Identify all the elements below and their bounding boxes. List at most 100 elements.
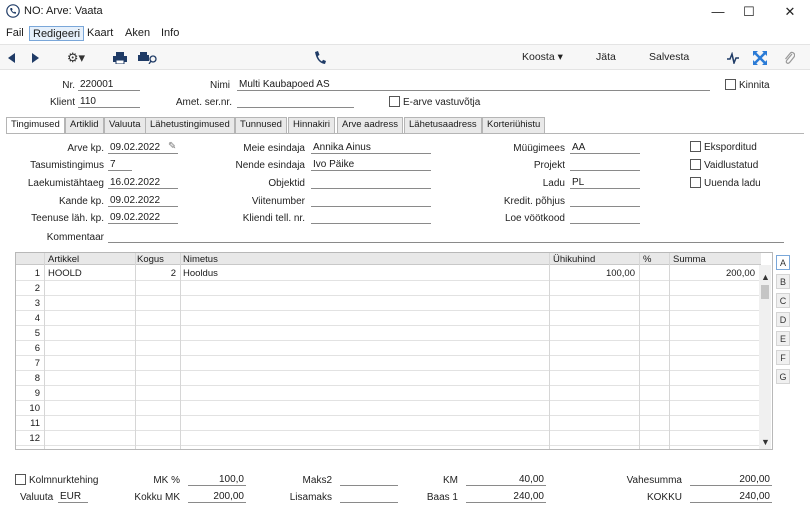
gear-icon[interactable]: ⚙▾ <box>63 50 89 66</box>
maks2-field[interactable] <box>340 474 398 486</box>
maximize-button[interactable]: ☐ <box>731 2 767 22</box>
table-row[interactable]: 4 <box>16 311 761 326</box>
table-row[interactable]: 6 <box>16 341 761 356</box>
previous-record-icon[interactable] <box>8 53 16 63</box>
teenuse-lah-kp-field[interactable]: 09.02.2022 <box>108 212 178 224</box>
vahesumma-field[interactable]: 200,00 <box>690 474 772 486</box>
kolmnurktehing-checkbox[interactable] <box>15 474 26 485</box>
window-title: NO: Arve: Vaata <box>24 5 103 17</box>
viitenumber-field[interactable] <box>311 195 431 207</box>
scroll-thumb[interactable] <box>761 285 769 299</box>
valuuta-field[interactable]: EUR <box>58 491 88 503</box>
tab-arve-aadress[interactable]: Arve aadress <box>337 117 403 133</box>
laekumistahtaeg-label: Laekumistähtaeg <box>27 178 104 189</box>
side-tab-c[interactable]: C <box>776 293 790 308</box>
ladu-label: Ladu <box>542 178 565 189</box>
menu-info[interactable]: Info <box>158 26 182 41</box>
kande-kp-label: Kande kp. <box>58 196 104 207</box>
cell-kogus[interactable]: 2 <box>137 268 176 279</box>
tasumistingimus-field[interactable]: 7 <box>108 159 132 171</box>
table-row[interactable]: 1 HOOLD 2 Hooldus 100,00 200,00 <box>16 266 761 281</box>
side-tab-g[interactable]: G <box>776 369 790 384</box>
meie-esindaja-field[interactable]: Annika Ainus <box>311 142 431 154</box>
cell-artikkel[interactable]: HOOLD <box>48 268 133 279</box>
pencil-icon[interactable]: ✎ <box>168 141 176 152</box>
kokku-field[interactable]: 240,00 <box>690 491 772 503</box>
table-row[interactable]: 10 <box>16 401 761 416</box>
mk-field[interactable]: 100,0 <box>188 474 246 486</box>
klient-field[interactable]: 110 <box>78 96 140 108</box>
side-tab-a[interactable]: A <box>776 255 790 270</box>
menu-aken[interactable]: Aken <box>122 26 153 41</box>
expand-icon[interactable] <box>753 51 767 65</box>
activity-icon[interactable] <box>727 52 739 64</box>
laekumistahtaeg-field[interactable]: 16.02.2022 <box>108 177 178 189</box>
kande-kp-field[interactable]: 09.02.2022 <box>108 195 178 207</box>
km-field[interactable]: 40,00 <box>466 474 546 486</box>
eksporditud-checkbox[interactable] <box>690 141 701 152</box>
side-tab-d[interactable]: D <box>776 312 790 327</box>
table-row[interactable]: 3 <box>16 296 761 311</box>
tab-korteriuhistu[interactable]: Korteriühistu <box>482 117 546 133</box>
projekt-field[interactable] <box>570 159 640 171</box>
phone-icon[interactable] <box>314 51 326 65</box>
scroll-up-icon[interactable]: ▲ <box>761 272 770 282</box>
table-row[interactable]: 11 <box>16 416 761 431</box>
app-phone-icon <box>6 4 20 18</box>
nende-esindaja-field[interactable]: Ivo Päike <box>311 159 431 171</box>
objektid-field[interactable] <box>311 177 431 189</box>
loe-vootkood-label: Loe vöötkood <box>504 213 565 224</box>
ladu-field[interactable]: PL <box>570 177 640 189</box>
tab-lahetustingimused[interactable]: Lähetustingimused <box>145 117 235 133</box>
amet-ser-nr-field[interactable] <box>237 96 354 108</box>
table-row[interactable]: 2 <box>16 281 761 296</box>
menu-fail[interactable]: Fail <box>3 26 27 41</box>
baas1-field[interactable]: 240,00 <box>466 491 546 503</box>
print-icon[interactable] <box>113 52 127 64</box>
tab-tunnused[interactable]: Tunnused <box>235 117 287 133</box>
salvesta-button[interactable]: Salvesta <box>649 51 689 63</box>
attachment-icon[interactable] <box>783 51 795 65</box>
close-button[interactable]: ✕ <box>772 2 808 22</box>
cell-nimetus[interactable]: Hooldus <box>183 268 543 279</box>
kommentaar-field[interactable] <box>108 231 784 243</box>
e-arve-checkbox[interactable] <box>389 96 400 107</box>
column-header-nimetus: Nimetus <box>183 254 218 265</box>
table-row[interactable]: 8 <box>16 371 761 386</box>
column-header-kogus: Kogus <box>137 254 164 265</box>
nimi-field[interactable]: Multi Kaubapoed AS <box>237 79 710 91</box>
side-tab-e[interactable]: E <box>776 331 790 346</box>
side-tab-f[interactable]: F <box>776 350 790 365</box>
kliendi-tell-nr-field[interactable] <box>311 212 431 224</box>
print-preview-icon[interactable] <box>138 52 158 64</box>
menu-kaart[interactable]: Kaart <box>84 26 116 41</box>
tab-lahetusaadress[interactable]: Lähetusaadress <box>404 117 482 133</box>
table-row[interactable]: 7 <box>16 356 761 371</box>
tab-valuuta[interactable]: Valuuta <box>104 117 146 133</box>
kinnita-checkbox[interactable] <box>725 79 736 90</box>
menu-redigeeri[interactable]: Redigeeri <box>29 26 85 41</box>
table-row[interactable]: 5 <box>16 326 761 341</box>
nr-field[interactable]: 220001 <box>78 79 140 91</box>
koosta-button[interactable]: Koosta ▾ <box>522 51 563 63</box>
table-row[interactable]: 12 <box>16 431 761 446</box>
lisamaks-field[interactable] <box>340 491 398 503</box>
tab-artiklid[interactable]: Artiklid <box>65 117 104 133</box>
muugimees-field[interactable]: AA <box>570 142 640 154</box>
kredit-pohjus-field[interactable] <box>570 195 640 207</box>
cell-summa[interactable]: 200,00 <box>673 268 755 279</box>
vaidlustatud-checkbox[interactable] <box>690 159 701 170</box>
table-row[interactable]: 9 <box>16 386 761 401</box>
next-record-icon[interactable] <box>32 53 40 63</box>
uuenda-ladu-checkbox[interactable] <box>690 177 701 188</box>
row-number: 5 <box>34 328 40 339</box>
kokku-mk-field[interactable]: 200,00 <box>188 491 246 503</box>
vaidlustatud-label: Vaidlustatud <box>704 160 759 171</box>
loe-vootkood-field[interactable] <box>570 212 640 224</box>
scroll-down-icon[interactable]: ▼ <box>761 437 770 447</box>
jata-button[interactable]: Jäta <box>596 51 616 63</box>
cell-yhikuhind[interactable]: 100,00 <box>553 268 635 279</box>
side-tab-b[interactable]: B <box>776 274 790 289</box>
tab-hinnakiri[interactable]: Hinnakiri <box>288 117 335 133</box>
tab-tingimused[interactable]: Tingimused <box>6 117 65 134</box>
